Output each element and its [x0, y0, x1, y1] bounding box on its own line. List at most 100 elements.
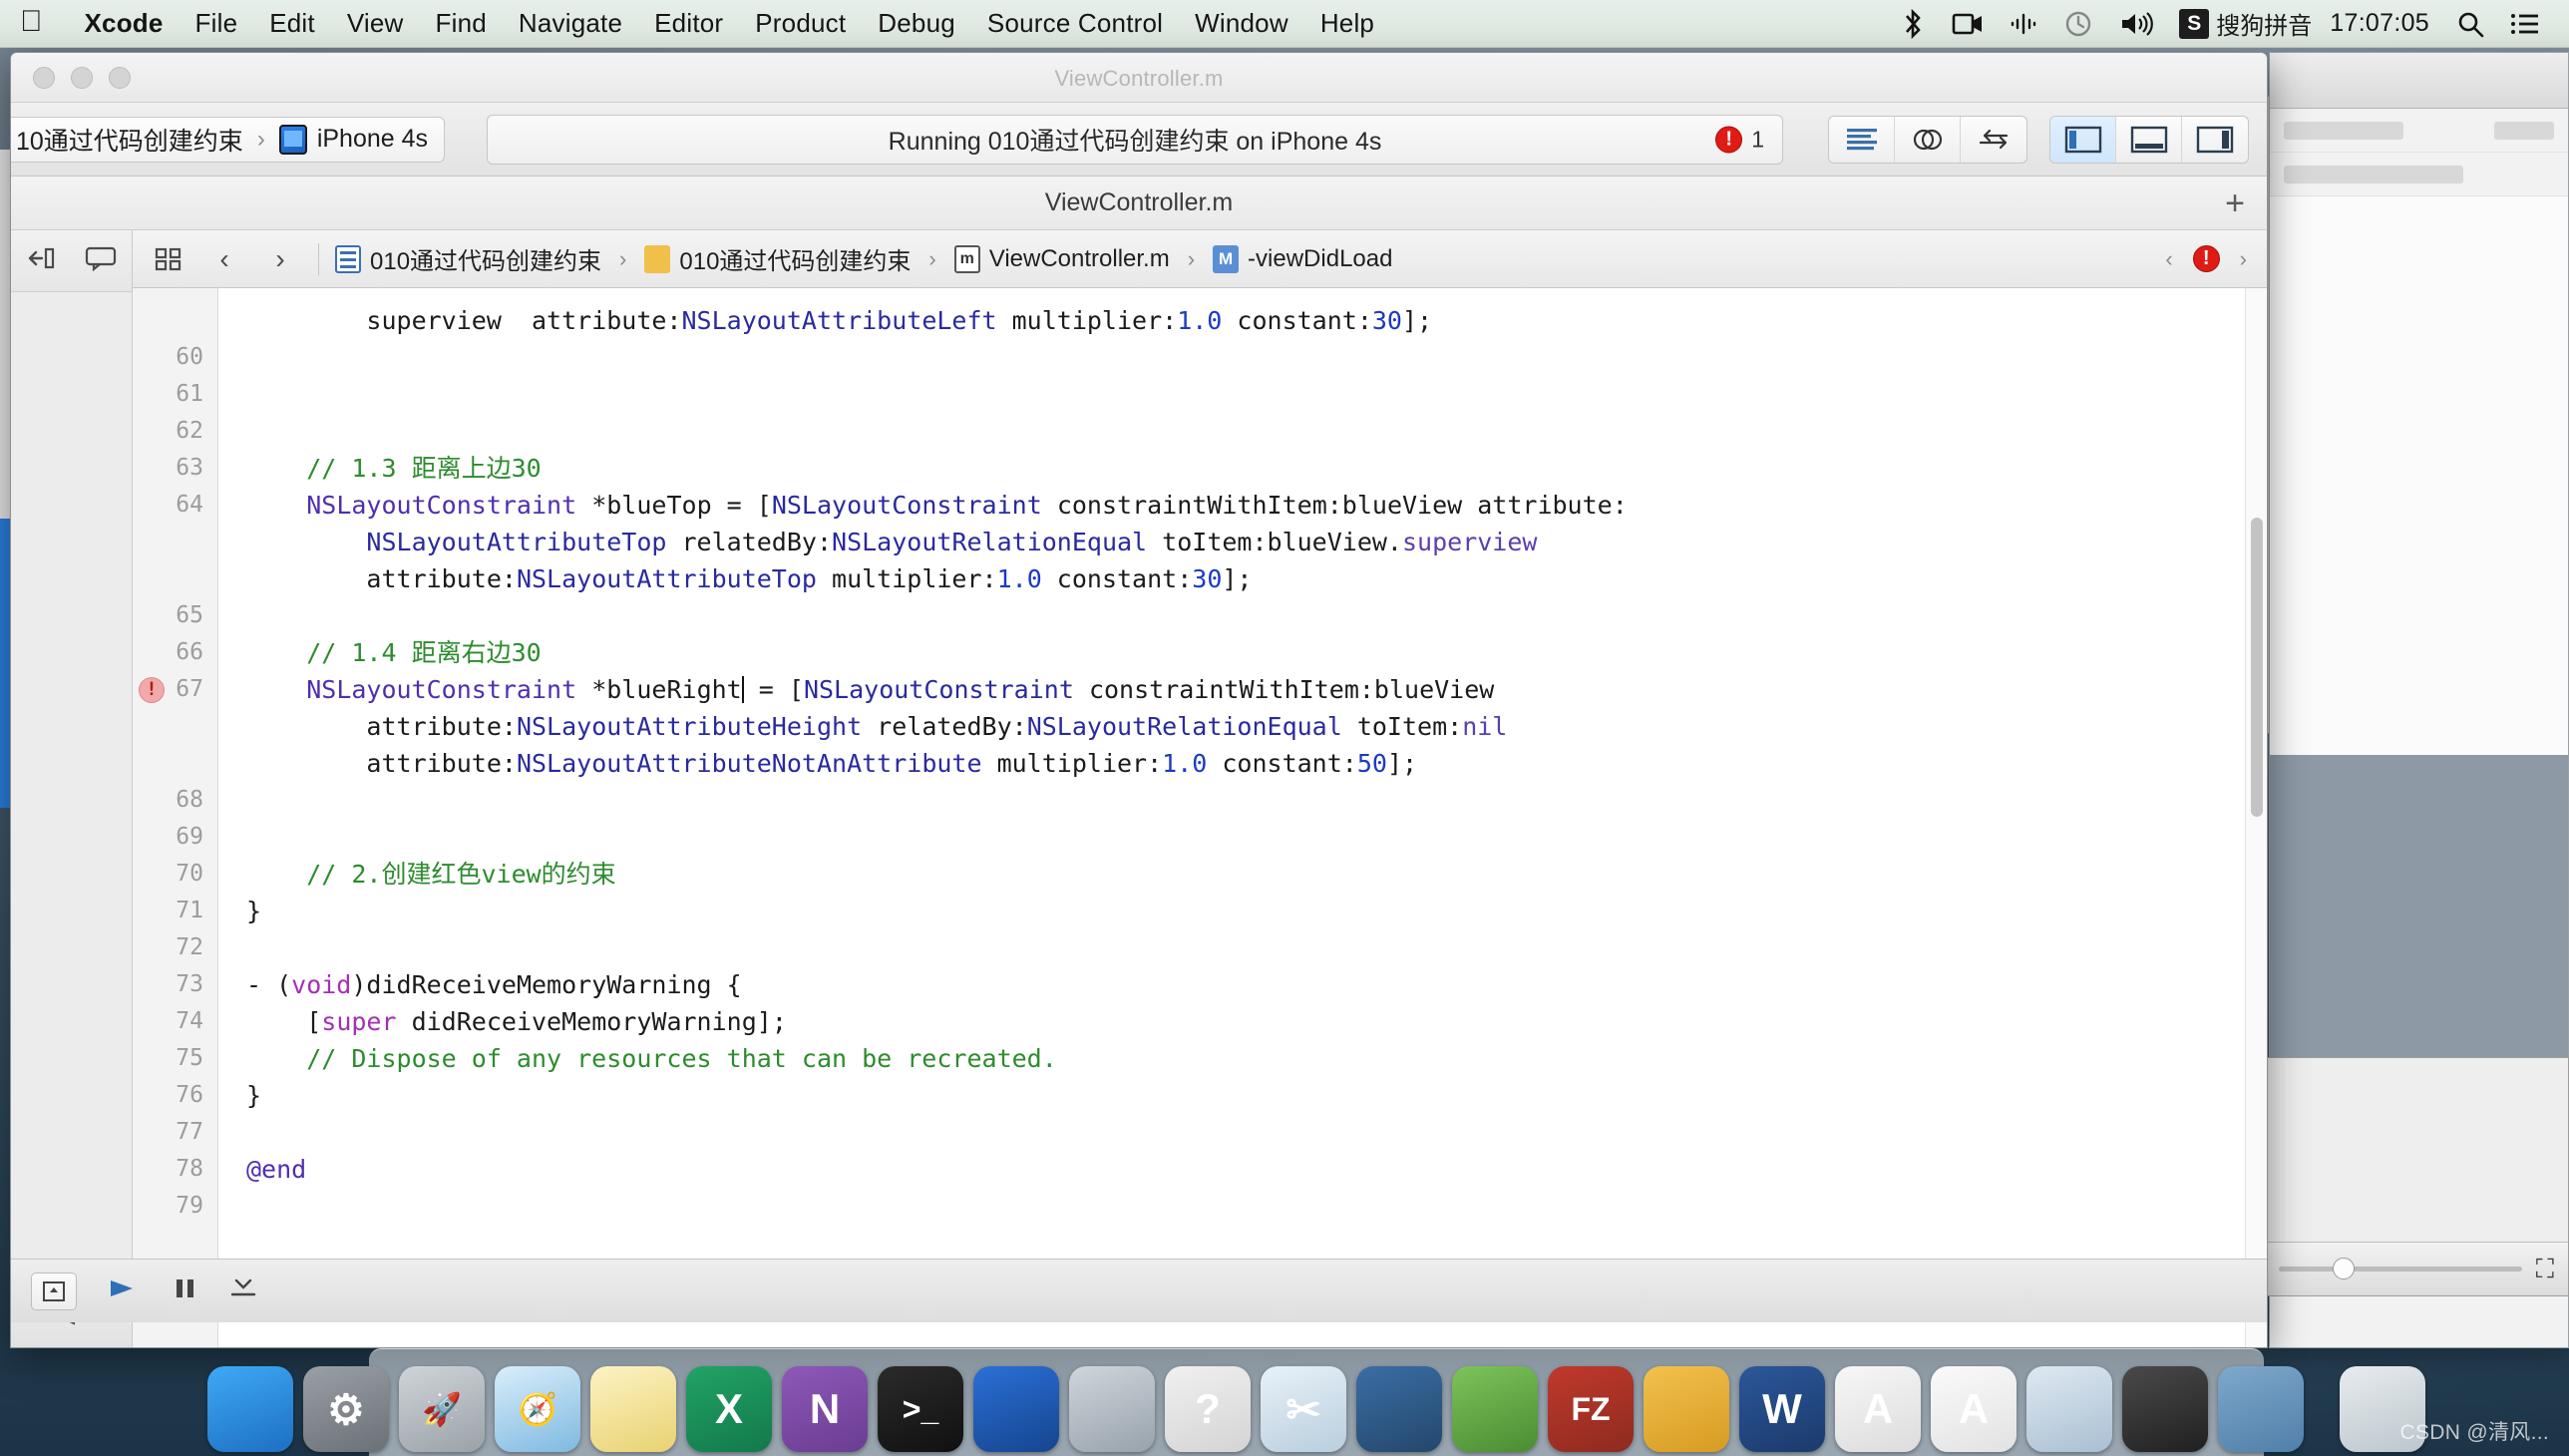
- line-number[interactable]: 69: [133, 819, 217, 856]
- line-number[interactable]: 61: [133, 376, 217, 413]
- line-number-gutter[interactable]: 60 61 62 63 64 65 66! 67 68 69 70 71 72 73 74 75 76 77 78 7…: [133, 288, 218, 1347]
- navigate-forward-button[interactable]: ›: [258, 237, 302, 281]
- code-line[interactable]: [246, 376, 2267, 413]
- menu-item-help[interactable]: Help: [1304, 0, 1390, 47]
- code-line[interactable]: attribute:NSLayoutAttributeHeight relate…: [246, 708, 2267, 745]
- code-line[interactable]: }: [246, 1077, 2267, 1114]
- dock-item-font-book[interactable]: A: [1835, 1366, 1921, 1452]
- code-line[interactable]: [super didReceiveMemoryWarning];: [246, 1003, 2267, 1040]
- line-number[interactable]: 68: [133, 782, 217, 819]
- menu-item-editor[interactable]: Editor: [638, 0, 739, 47]
- line-number[interactable]: 62: [133, 413, 217, 450]
- code-line[interactable]: // Dispose of any resources that can be …: [246, 1040, 2267, 1077]
- menu-item-find[interactable]: Find: [420, 0, 503, 47]
- fullscreen-icon[interactable]: ⛶: [2536, 1254, 2554, 1285]
- menu-item-edit[interactable]: Edit: [253, 0, 331, 47]
- error-marker-icon[interactable]: !: [139, 676, 165, 703]
- line-number[interactable]: [133, 708, 217, 745]
- code-line[interactable]: // 2.创建红色view的约束: [246, 856, 2267, 893]
- breadcrumb-item-group[interactable]: 010通过代码创建约束: [644, 241, 911, 276]
- toggle-debug-area-button[interactable]: [2116, 116, 2182, 163]
- code-line[interactable]: attribute:NSLayoutAttributeNotAnAttribut…: [246, 745, 2267, 782]
- code-line[interactable]: [246, 413, 2267, 450]
- step-over-button[interactable]: [228, 1274, 258, 1307]
- breadcrumb-item-project[interactable]: 010通过代码创建约束: [335, 241, 601, 276]
- line-number[interactable]: 63: [133, 450, 217, 487]
- line-number[interactable]: 60: [133, 339, 217, 376]
- line-number[interactable]: ! 67: [133, 671, 217, 708]
- dock-item-font-book-2[interactable]: A: [1931, 1366, 2017, 1452]
- code-line[interactable]: [246, 1188, 2267, 1225]
- menu-item-source-control[interactable]: Source Control: [971, 0, 1179, 47]
- previous-issue-button[interactable]: ‹: [2159, 246, 2178, 272]
- menu-item-xcode[interactable]: Xcode: [69, 0, 180, 47]
- line-number[interactable]: 66: [133, 634, 217, 671]
- airplay-icon[interactable]: [1997, 0, 2050, 47]
- menu-bar-clock[interactable]: 17:07:05: [2316, 9, 2443, 38]
- dock-item-system-preferences[interactable]: ⚙: [303, 1366, 389, 1452]
- progress-slider[interactable]: [2279, 1258, 2522, 1279]
- dock-item-excel[interactable]: X: [686, 1366, 772, 1452]
- comment-icon[interactable]: [85, 245, 117, 276]
- continue-execution-button[interactable]: [107, 1274, 141, 1307]
- line-number[interactable]: 72: [133, 929, 217, 966]
- code-line[interactable]: // 1.3 距离上边30: [246, 450, 2267, 487]
- dock-item-xcode[interactable]: [973, 1366, 1059, 1452]
- line-number[interactable]: 78: [133, 1151, 217, 1188]
- add-tab-button[interactable]: +: [2225, 186, 2245, 220]
- issue-indicator[interactable]: ! 1: [1715, 126, 1764, 153]
- line-number[interactable]: 65: [133, 597, 217, 634]
- dock-item-displays[interactable]: [2122, 1366, 2208, 1452]
- line-number[interactable]: [133, 745, 217, 782]
- code-line[interactable]: [246, 819, 2267, 856]
- next-issue-button[interactable]: ›: [2234, 246, 2253, 272]
- code-text-area[interactable]: superview attribute:NSLayoutAttributeLef…: [218, 288, 2267, 1347]
- code-line[interactable]: NSLayoutAttributeTop relatedBy:NSLayoutR…: [246, 524, 2267, 560]
- menu-item-debug[interactable]: Debug: [862, 0, 971, 47]
- toggle-utilities-button[interactable]: [2182, 117, 2248, 163]
- slider-knob[interactable]: [2332, 1258, 2355, 1279]
- version-editor-button[interactable]: [1961, 117, 2026, 163]
- dock-item-terminal[interactable]: >_: [878, 1366, 963, 1452]
- code-line[interactable]: // 1.4 距离右边30: [246, 634, 2267, 671]
- dock-item-image-tool[interactable]: [1452, 1366, 1538, 1452]
- line-number[interactable]: 71: [133, 893, 217, 929]
- breadcrumb-item-method[interactable]: M -viewDidLoad: [1213, 244, 1392, 273]
- code-line[interactable]: }: [246, 893, 2267, 929]
- show-navigator-icon[interactable]: [26, 244, 56, 277]
- dock-item-preview[interactable]: [2026, 1366, 2112, 1452]
- dock-item-folder-downloads[interactable]: [2218, 1366, 2304, 1452]
- dock-item-keynote[interactable]: [1356, 1366, 1442, 1452]
- screen-recording-icon[interactable]: [1939, 0, 1997, 47]
- timemachine-icon[interactable]: [2050, 0, 2106, 47]
- code-line[interactable]: [246, 929, 2267, 966]
- code-line[interactable]: NSLayoutConstraint *blueRight = [NSLayou…: [246, 671, 2267, 708]
- line-number[interactable]: [133, 302, 217, 339]
- toggle-navigator-button[interactable]: [2050, 116, 2116, 163]
- code-line[interactable]: - (void)didReceiveMemoryWarning {: [246, 966, 2267, 1003]
- search-icon[interactable]: [2443, 0, 2497, 47]
- menu-item-file[interactable]: File: [180, 0, 254, 47]
- code-line[interactable]: attribute:NSLayoutAttributeTop multiplie…: [246, 560, 2267, 597]
- dock-item-launchpad[interactable]: 🚀: [399, 1366, 485, 1452]
- scrollbar-thumb[interactable]: [2251, 518, 2263, 817]
- navigate-back-button[interactable]: ‹: [202, 237, 246, 281]
- line-number[interactable]: 75: [133, 1040, 217, 1077]
- line-number[interactable]: 79: [133, 1188, 217, 1225]
- input-method-indicator[interactable]: S 搜狗拼音: [2166, 0, 2316, 47]
- dock-item-simulator[interactable]: [1069, 1366, 1155, 1452]
- line-number[interactable]: [133, 524, 217, 560]
- line-number[interactable]: [133, 560, 217, 597]
- line-number[interactable]: 76: [133, 1077, 217, 1114]
- assistant-editor-button[interactable]: [1895, 116, 1961, 163]
- line-number[interactable]: 74: [133, 1003, 217, 1040]
- line-number[interactable]: 73: [133, 966, 217, 1003]
- notification-center-icon[interactable]: [2497, 0, 2553, 47]
- menu-item-view[interactable]: View: [331, 0, 420, 47]
- dock-item-finder[interactable]: [207, 1366, 293, 1452]
- jump-bar-error-badge-icon[interactable]: !: [2192, 245, 2220, 272]
- code-line[interactable]: [246, 782, 2267, 819]
- dock-item-notes[interactable]: [590, 1366, 676, 1452]
- volume-icon[interactable]: [2106, 0, 2166, 47]
- menu-item-product[interactable]: Product: [739, 0, 862, 47]
